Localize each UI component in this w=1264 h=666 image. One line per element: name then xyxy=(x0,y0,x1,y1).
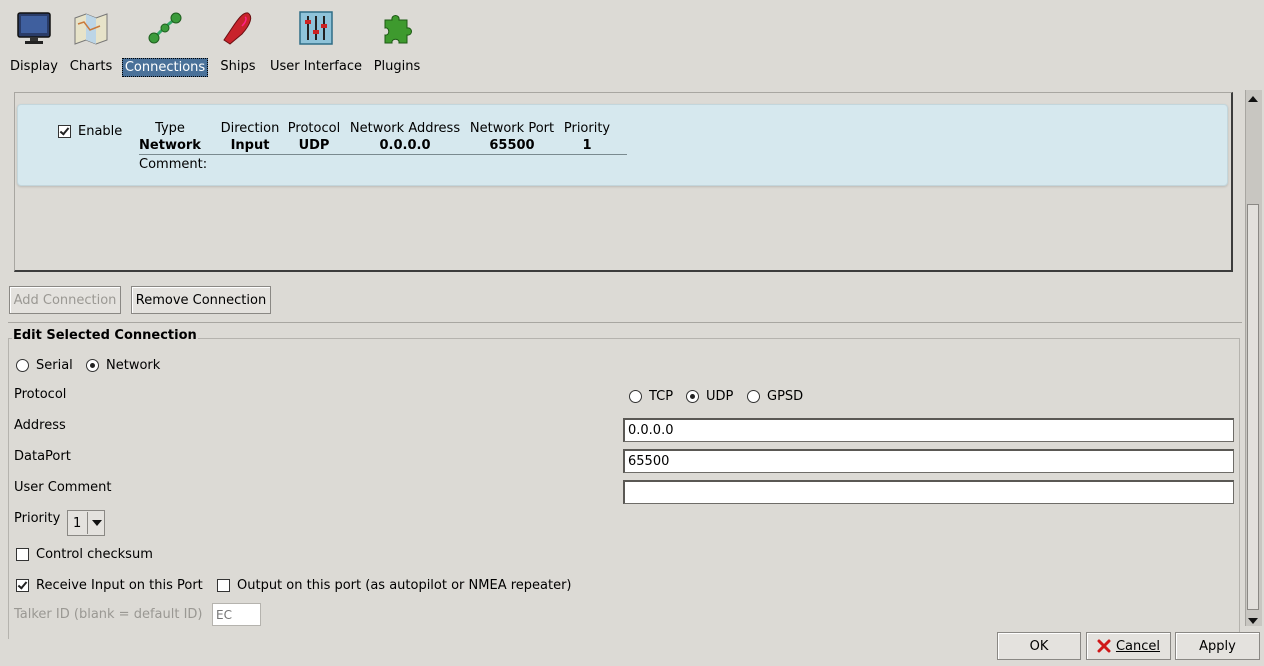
charts-icon xyxy=(71,8,111,48)
udp-radio[interactable] xyxy=(686,390,699,403)
tcp-label: TCP xyxy=(649,389,674,404)
serial-option[interactable]: Serial xyxy=(16,358,73,373)
connection-entry[interactable]: Enable Type Direction Protocol Network A… xyxy=(17,104,1228,186)
output-label: Output on this port (as autopilot or NME… xyxy=(237,578,572,593)
add-connection-button[interactable]: Add Connection xyxy=(9,286,121,314)
network-option[interactable]: Network xyxy=(86,358,160,373)
toolbar-connections[interactable]: Connections xyxy=(121,8,209,80)
user-comment-label: User Comment xyxy=(14,480,112,495)
dataport-input[interactable]: 65500 xyxy=(623,449,1234,473)
tcp-radio[interactable] xyxy=(629,390,642,403)
enable-toggle[interactable]: Enable xyxy=(58,124,122,139)
column-header: Priority xyxy=(563,121,611,136)
apply-button[interactable]: Apply xyxy=(1175,632,1260,660)
column-header: Type xyxy=(155,121,185,136)
edit-connection-title: Edit Selected Connection xyxy=(12,328,198,343)
receive-input-checkbox[interactable] xyxy=(16,579,29,592)
puzzle-icon xyxy=(377,8,417,48)
cancel-label: Cancel xyxy=(1115,638,1161,654)
toolbar-label: Ships xyxy=(220,59,256,74)
receive-input-option[interactable]: Receive Input on this Port xyxy=(16,578,203,593)
network-radio[interactable] xyxy=(86,359,99,372)
user-comment-input[interactable] xyxy=(623,480,1234,504)
control-checksum-checkbox[interactable] xyxy=(16,548,29,561)
scrollbar-thumb[interactable] xyxy=(1247,204,1259,610)
toolbar-label: Plugins xyxy=(373,59,421,74)
connections-icon xyxy=(145,8,185,48)
column-header: Protocol xyxy=(287,121,341,136)
output-option[interactable]: Output on this port (as autopilot or NME… xyxy=(217,578,572,593)
toolbar-display[interactable]: Display xyxy=(9,8,59,80)
control-checksum-label: Control checksum xyxy=(36,547,153,562)
toolbar-label: Charts xyxy=(69,59,113,74)
toolbar-label: User Interface xyxy=(270,59,362,74)
chevron-down-icon xyxy=(92,516,102,531)
enable-checkbox[interactable] xyxy=(58,125,71,138)
cell-type: Network xyxy=(139,138,201,153)
gpsd-label: GPSD xyxy=(767,389,804,404)
enable-label: Enable xyxy=(78,124,123,139)
serial-label: Serial xyxy=(36,358,73,373)
scroll-down-icon[interactable] xyxy=(1248,614,1258,629)
divider xyxy=(139,154,627,155)
talker-id-input[interactable] xyxy=(212,603,261,626)
comment-label: Comment: xyxy=(139,157,208,172)
toolbar-plugins[interactable]: Plugins xyxy=(372,8,422,80)
network-label: Network xyxy=(106,358,161,373)
toolbar-user-interface[interactable]: User Interface xyxy=(268,8,364,80)
cell-priority: 1 xyxy=(582,138,592,153)
output-checkbox[interactable] xyxy=(217,579,230,592)
udp-option[interactable]: UDP xyxy=(686,389,733,404)
serial-radio[interactable] xyxy=(16,359,29,372)
connection-summary: Type Direction Protocol Network Address … xyxy=(138,121,628,157)
address-label: Address xyxy=(14,418,66,433)
cell-protocol: UDP xyxy=(298,138,330,153)
sliders-icon xyxy=(296,8,336,48)
toolbar-ships[interactable]: Ships xyxy=(218,8,258,80)
toolbar-label: Display xyxy=(10,59,58,74)
priority-select[interactable]: 1 xyxy=(67,510,105,536)
monitor-icon xyxy=(14,8,54,48)
priority-value: 1 xyxy=(73,515,82,531)
column-header: Network Port xyxy=(469,121,555,136)
gpsd-option[interactable]: GPSD xyxy=(747,389,803,404)
priority-label: Priority xyxy=(14,511,61,526)
cell-network-port: 65500 xyxy=(489,138,535,153)
protocol-label: Protocol xyxy=(14,387,67,402)
receive-input-label: Receive Input on this Port xyxy=(36,578,203,593)
dataport-label: DataPort xyxy=(14,449,71,464)
remove-connection-button[interactable]: Remove Connection xyxy=(131,286,271,314)
gpsd-radio[interactable] xyxy=(747,390,760,403)
scroll-up-icon[interactable] xyxy=(1248,92,1258,107)
control-checksum-option[interactable]: Control checksum xyxy=(16,547,153,562)
toolbar-charts[interactable]: Charts xyxy=(68,8,114,80)
tcp-option[interactable]: TCP xyxy=(629,389,673,404)
cell-network-address: 0.0.0.0 xyxy=(379,138,431,153)
column-header: Network Address xyxy=(349,121,461,136)
column-header: Direction xyxy=(220,121,280,136)
udp-label: UDP xyxy=(706,389,734,404)
talker-id-label: Talker ID (blank = default ID) xyxy=(14,607,203,622)
address-input[interactable]: 0.0.0.0 xyxy=(623,418,1234,442)
close-icon xyxy=(1097,639,1111,653)
cell-direction: Input xyxy=(230,138,270,153)
cancel-button[interactable]: Cancel xyxy=(1086,632,1171,660)
ok-button[interactable]: OK xyxy=(997,632,1081,660)
ship-icon xyxy=(218,8,258,48)
toolbar-label: Connections xyxy=(121,58,209,77)
